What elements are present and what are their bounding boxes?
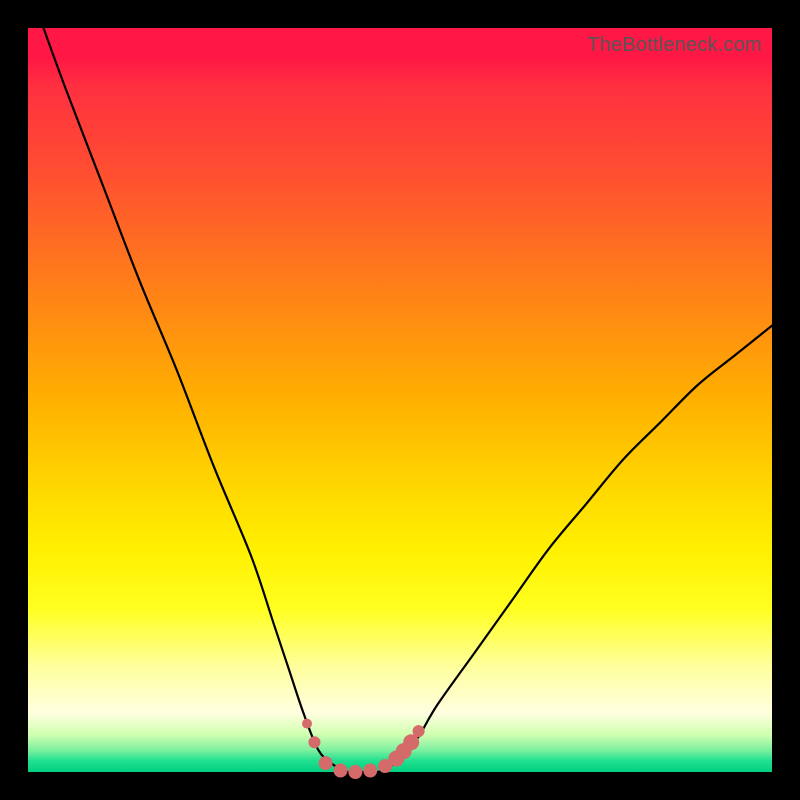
highlight-marker [413,725,425,737]
curve-line [35,6,772,773]
highlight-marker [333,764,347,778]
highlight-marker [363,764,377,778]
plot-area: TheBottleneck.com [28,28,772,772]
bottleneck-curve [28,28,772,772]
highlight-marker [302,719,312,729]
highlight-marker [319,756,333,770]
chart-container: TheBottleneck.com [0,0,800,800]
highlight-markers [302,719,425,779]
highlight-marker [348,765,362,779]
highlight-marker [308,736,320,748]
